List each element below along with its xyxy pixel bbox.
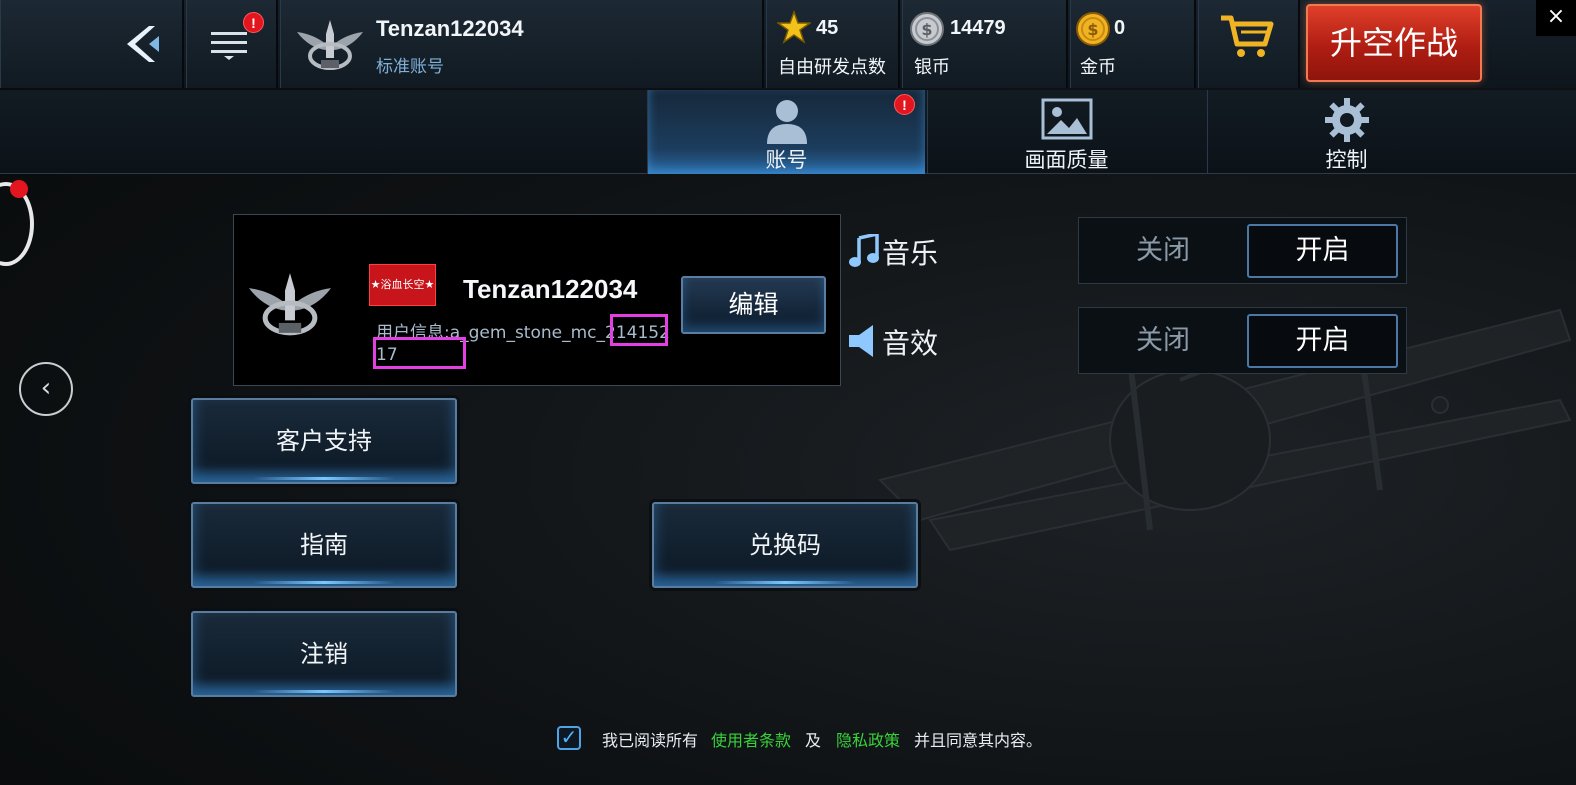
- sound-effects-label: 音效: [882, 327, 939, 360]
- customer-support-button[interactable]: 客户支持: [191, 398, 457, 484]
- person-icon: [766, 100, 807, 144]
- menu-button[interactable]: !: [186, 0, 278, 88]
- tab-graphics-label: 画面质量: [1024, 148, 1109, 172]
- svg-text:$: $: [1087, 20, 1098, 39]
- gold-coin-icon: $: [1076, 12, 1110, 46]
- tab-account-label: 账号: [765, 148, 808, 172]
- guide-button[interactable]: 指南: [191, 502, 457, 588]
- privacy-policy-link[interactable]: 隐私政策: [836, 727, 900, 751]
- header-username: Tenzan122034: [376, 16, 524, 41]
- agreement-text-suffix: 并且同意其内容。: [914, 731, 1043, 750]
- guild-tag-badge: ★浴血长空★: [369, 264, 436, 306]
- menu-icon: [211, 32, 247, 60]
- sound-effects-toggle: 关闭 开启: [1078, 307, 1407, 374]
- speaker-icon: [849, 325, 873, 357]
- tab-graphics-quality[interactable]: 画面质量: [927, 90, 1205, 174]
- sound-effects-off-option[interactable]: 关闭: [1079, 308, 1247, 373]
- previous-page-button[interactable]: ‹: [19, 362, 73, 416]
- music-note-icon: [849, 234, 879, 267]
- svg-text:$: $: [921, 20, 932, 39]
- gold-value: 0: [1114, 17, 1126, 39]
- highlight-box: [373, 337, 466, 369]
- tab-account[interactable]: 账号 !: [647, 90, 925, 174]
- shopping-cart-icon: [1221, 15, 1274, 57]
- tab-controls[interactable]: 控制: [1207, 90, 1485, 174]
- image-icon: [1041, 98, 1092, 140]
- agreement-text-prefix: 我已阅读所有: [602, 731, 699, 750]
- agreement-checkbox[interactable]: ✓: [557, 726, 581, 750]
- music-off-option[interactable]: 关闭: [1079, 218, 1247, 283]
- launch-battle-button[interactable]: 升空作战: [1306, 4, 1482, 82]
- side-notification-dot: [10, 180, 28, 198]
- back-arrow-icon: [127, 26, 159, 62]
- music-label: 音乐: [882, 237, 939, 270]
- account-type-label: 标准账号: [376, 57, 444, 77]
- profile-username: Tenzan122034: [463, 274, 638, 304]
- shop-cart-button[interactable]: [1198, 0, 1300, 88]
- back-button[interactable]: [0, 0, 184, 88]
- redeem-code-button[interactable]: 兑换码: [652, 502, 918, 588]
- highlight-box: [610, 314, 668, 346]
- silver-label: 银币: [914, 57, 950, 78]
- music-toggle: 关闭 开启: [1078, 217, 1407, 284]
- agreement-and-text: 及: [805, 731, 822, 750]
- edit-profile-button[interactable]: 编辑: [681, 276, 826, 334]
- music-on-option[interactable]: 开启: [1247, 224, 1398, 278]
- silver-coin-icon: $: [910, 12, 944, 46]
- gear-icon: [1324, 98, 1369, 142]
- account-tab-badge: !: [894, 94, 915, 115]
- menu-notification-badge: !: [243, 12, 264, 33]
- research-points-value: 45: [816, 17, 839, 39]
- tab-controls-label: 控制: [1325, 148, 1368, 172]
- silver-value: 14479: [950, 17, 1006, 39]
- rank-emblem-icon: [297, 20, 363, 70]
- sound-effects-on-option[interactable]: 开启: [1247, 314, 1398, 368]
- rank-emblem-icon: [248, 273, 332, 336]
- research-points-label: 自由研发点数: [778, 57, 886, 78]
- terms-of-use-link[interactable]: 使用者条款: [711, 727, 791, 751]
- logout-button[interactable]: 注销: [191, 611, 457, 697]
- gold-label: 金币: [1080, 57, 1116, 78]
- star-icon: [777, 10, 811, 44]
- close-button[interactable]: ×: [1536, 0, 1576, 36]
- profile-header[interactable]: [280, 0, 764, 88]
